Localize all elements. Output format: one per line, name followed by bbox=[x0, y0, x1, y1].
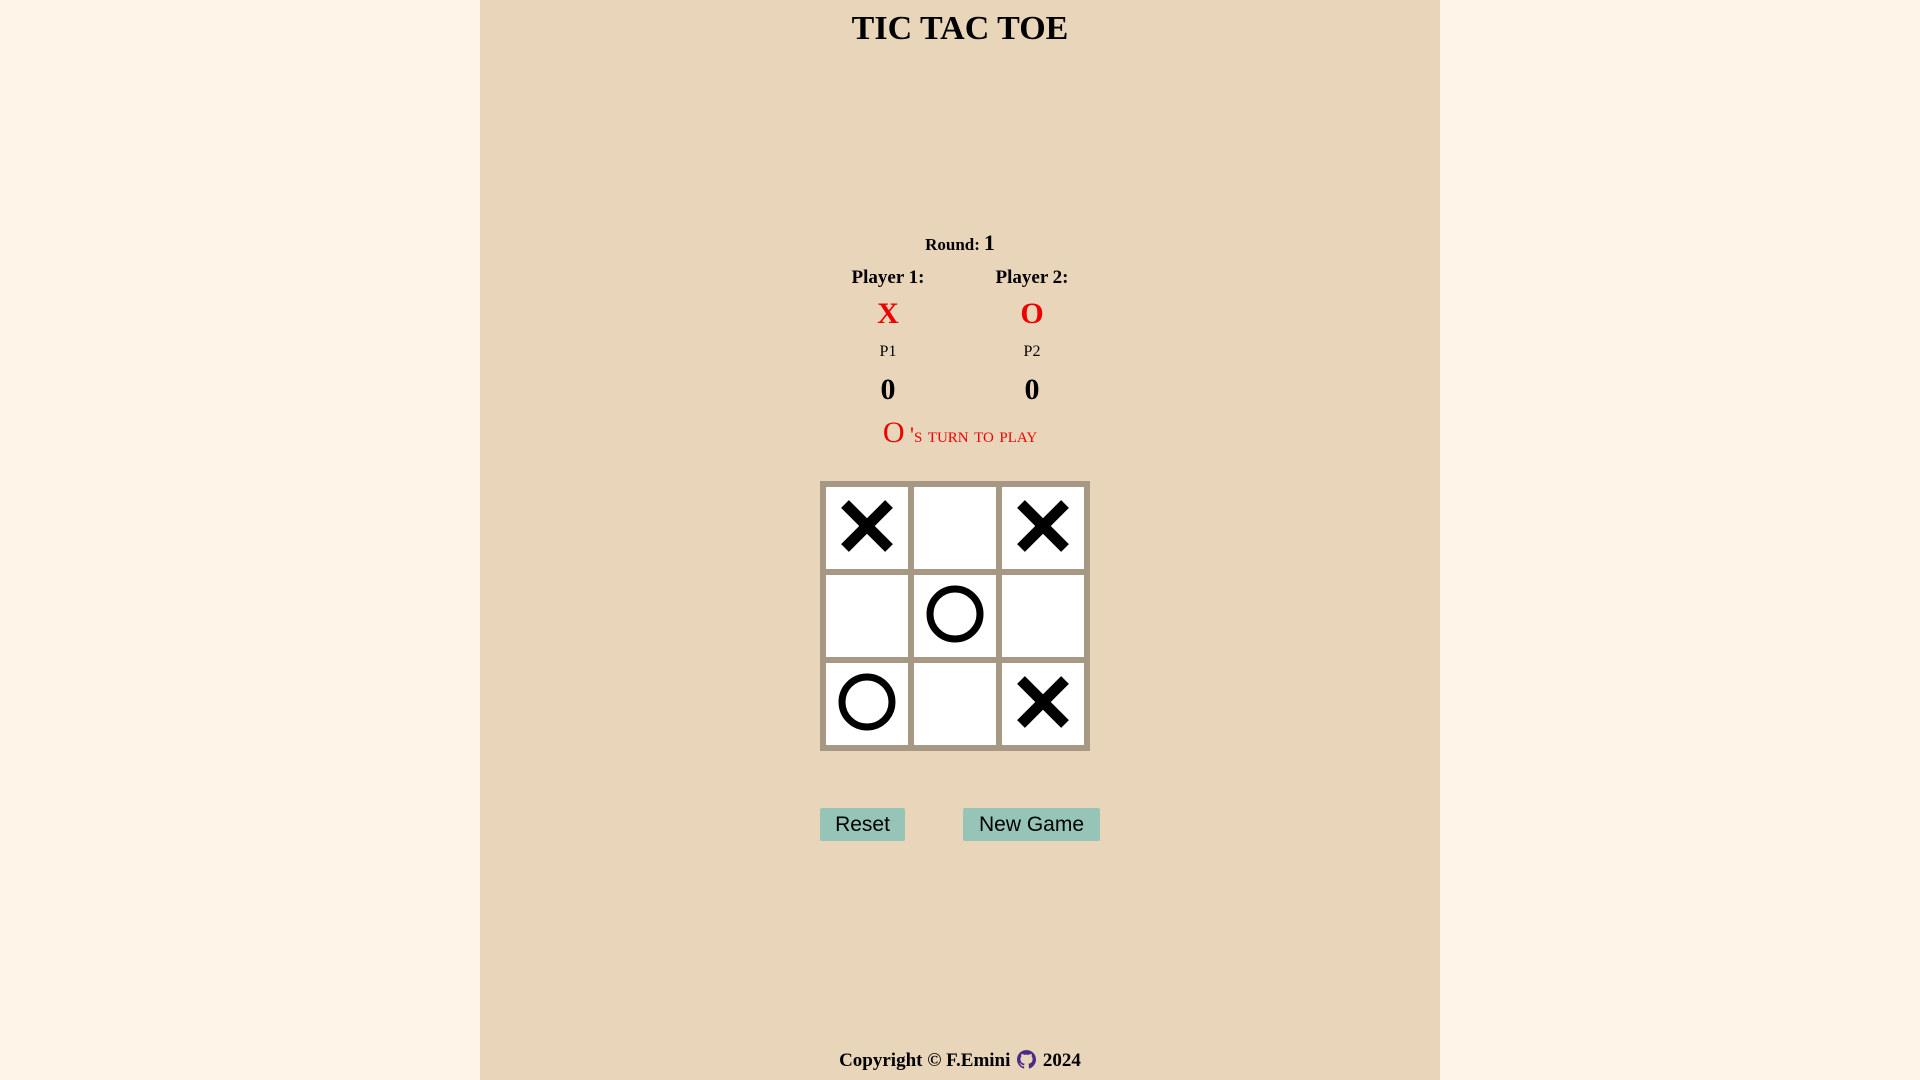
player-1-score: 0 bbox=[880, 373, 896, 406]
board-cell-0-0[interactable] bbox=[826, 487, 908, 569]
game-panel: TIC TAC TOE Round: 1 Player 1: X P1 0 Pl… bbox=[480, 0, 1440, 1080]
player-2-label: Player 2: bbox=[995, 267, 1069, 288]
reset-button[interactable]: Reset bbox=[820, 808, 905, 841]
turn-indicator: O 's turn to play bbox=[480, 416, 1440, 450]
round-label: Round: bbox=[925, 235, 980, 254]
board-cell-1-0[interactable] bbox=[826, 575, 908, 657]
player-2-name: P2 bbox=[1023, 343, 1041, 360]
x-mark-icon bbox=[1012, 671, 1074, 738]
player-2-score: 0 bbox=[1024, 373, 1040, 406]
board-cell-0-1[interactable] bbox=[914, 487, 996, 569]
game-title: TIC TAC TOE bbox=[851, 10, 1069, 47]
game-board bbox=[820, 481, 1090, 751]
player-1-name: P1 bbox=[879, 343, 897, 360]
o-mark-icon bbox=[836, 671, 898, 738]
board-cell-1-1[interactable] bbox=[914, 575, 996, 657]
board-cell-1-2[interactable] bbox=[1002, 575, 1084, 657]
player-1-symbol: X bbox=[877, 297, 899, 330]
turn-text: 's turn to play bbox=[904, 422, 1038, 447]
copyright-text: Copyright © F.Emini bbox=[839, 1050, 1011, 1071]
turn-symbol: O bbox=[882, 416, 905, 449]
footer: Copyright © F.Emini 2024 bbox=[480, 1050, 1440, 1072]
board-cell-0-2[interactable] bbox=[1002, 487, 1084, 569]
player-2-symbol: O bbox=[1020, 297, 1044, 330]
board-cell-2-1[interactable] bbox=[914, 663, 996, 745]
round-number: 1 bbox=[983, 230, 995, 255]
board-cell-2-0[interactable] bbox=[826, 663, 908, 745]
x-mark-icon bbox=[1012, 495, 1074, 562]
player-1-label: Player 1: bbox=[851, 267, 925, 288]
board-cell-2-2[interactable] bbox=[1002, 663, 1084, 745]
copyright-year: 2024 bbox=[1042, 1050, 1081, 1071]
github-icon[interactable] bbox=[1017, 1050, 1037, 1069]
new-game-button[interactable]: New Game bbox=[963, 808, 1100, 841]
x-mark-icon bbox=[836, 495, 898, 562]
round-indicator: Round: 1 bbox=[480, 230, 1440, 256]
o-mark-icon bbox=[924, 583, 986, 650]
